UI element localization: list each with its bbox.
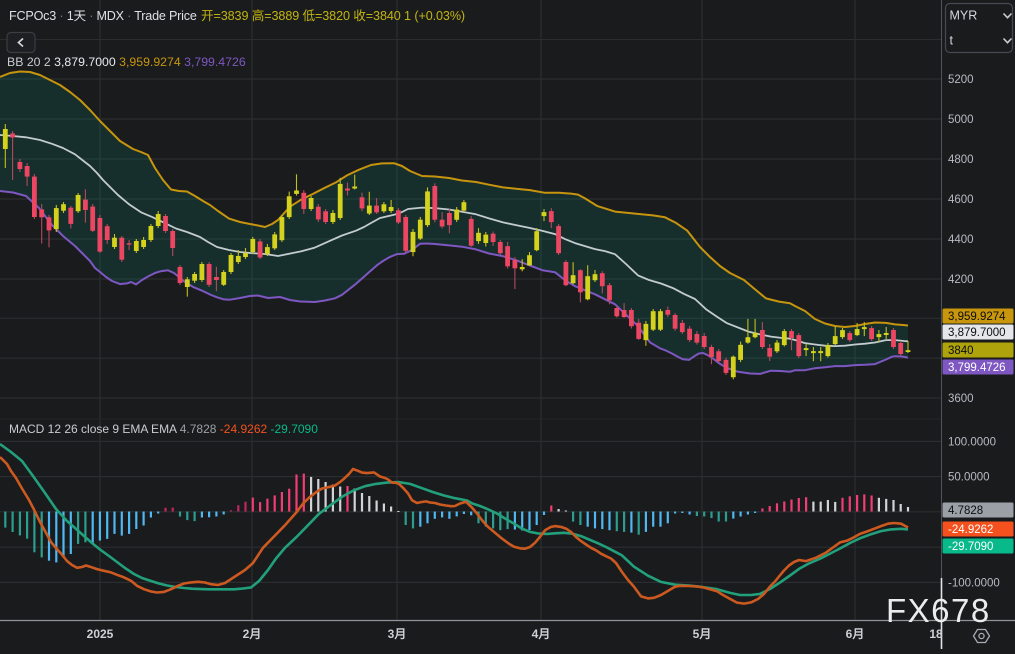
svg-text:FCPOc3 · 1天 · MDX · Trade Pric: FCPOc3 · 1天 · MDX · Trade Price — [9, 9, 197, 23]
svg-text:2025: 2025 — [87, 627, 114, 641]
svg-text:4400: 4400 — [948, 234, 974, 246]
svg-text:5200: 5200 — [948, 74, 974, 86]
svg-text:BB 20 2 3,879.7000 3,959.927: BB 20 2 3,879.7000 3,959.9274 3,799.4726 — [7, 55, 246, 69]
svg-text:4200: 4200 — [948, 274, 974, 286]
svg-text:5月: 5月 — [693, 627, 712, 641]
svg-text:6月: 6月 — [846, 627, 865, 641]
svg-text:-100.0000: -100.0000 — [948, 577, 1000, 589]
svg-text:4800: 4800 — [948, 154, 974, 166]
svg-text:4.7828: 4.7828 — [948, 505, 983, 517]
svg-text:3840: 3840 — [948, 345, 974, 357]
svg-text:100.0000: 100.0000 — [948, 436, 996, 448]
svg-text:4600: 4600 — [948, 194, 974, 206]
svg-text:开=3839 高=3889 低=3820 收=3840 1: 开=3839 高=3889 低=3820 收=3840 1 (+0.03%) — [201, 8, 465, 23]
svg-text:3月: 3月 — [388, 627, 407, 641]
svg-text:MACD 12 26 close 9 EMA EMA 4.: MACD 12 26 close 9 EMA EMA 4.7828 -24.92… — [9, 422, 318, 436]
svg-text:3,959.9274: 3,959.9274 — [948, 311, 1006, 323]
svg-text:50.0000: 50.0000 — [948, 472, 990, 484]
svg-text:5000: 5000 — [948, 114, 974, 126]
svg-text:FX678: FX678 — [886, 592, 991, 629]
svg-text:3,879.7000: 3,879.7000 — [948, 327, 1006, 339]
svg-text:-29.7090: -29.7090 — [948, 541, 993, 553]
svg-text:2月: 2月 — [243, 627, 262, 641]
svg-text:4月: 4月 — [532, 627, 551, 641]
svg-text:3600: 3600 — [948, 393, 974, 405]
svg-text:t: t — [950, 34, 954, 48]
svg-text:18: 18 — [929, 627, 943, 641]
svg-text:-24.9262: -24.9262 — [948, 524, 993, 536]
svg-text:3,799.4726: 3,799.4726 — [948, 362, 1006, 374]
svg-text:MYR: MYR — [950, 9, 978, 23]
